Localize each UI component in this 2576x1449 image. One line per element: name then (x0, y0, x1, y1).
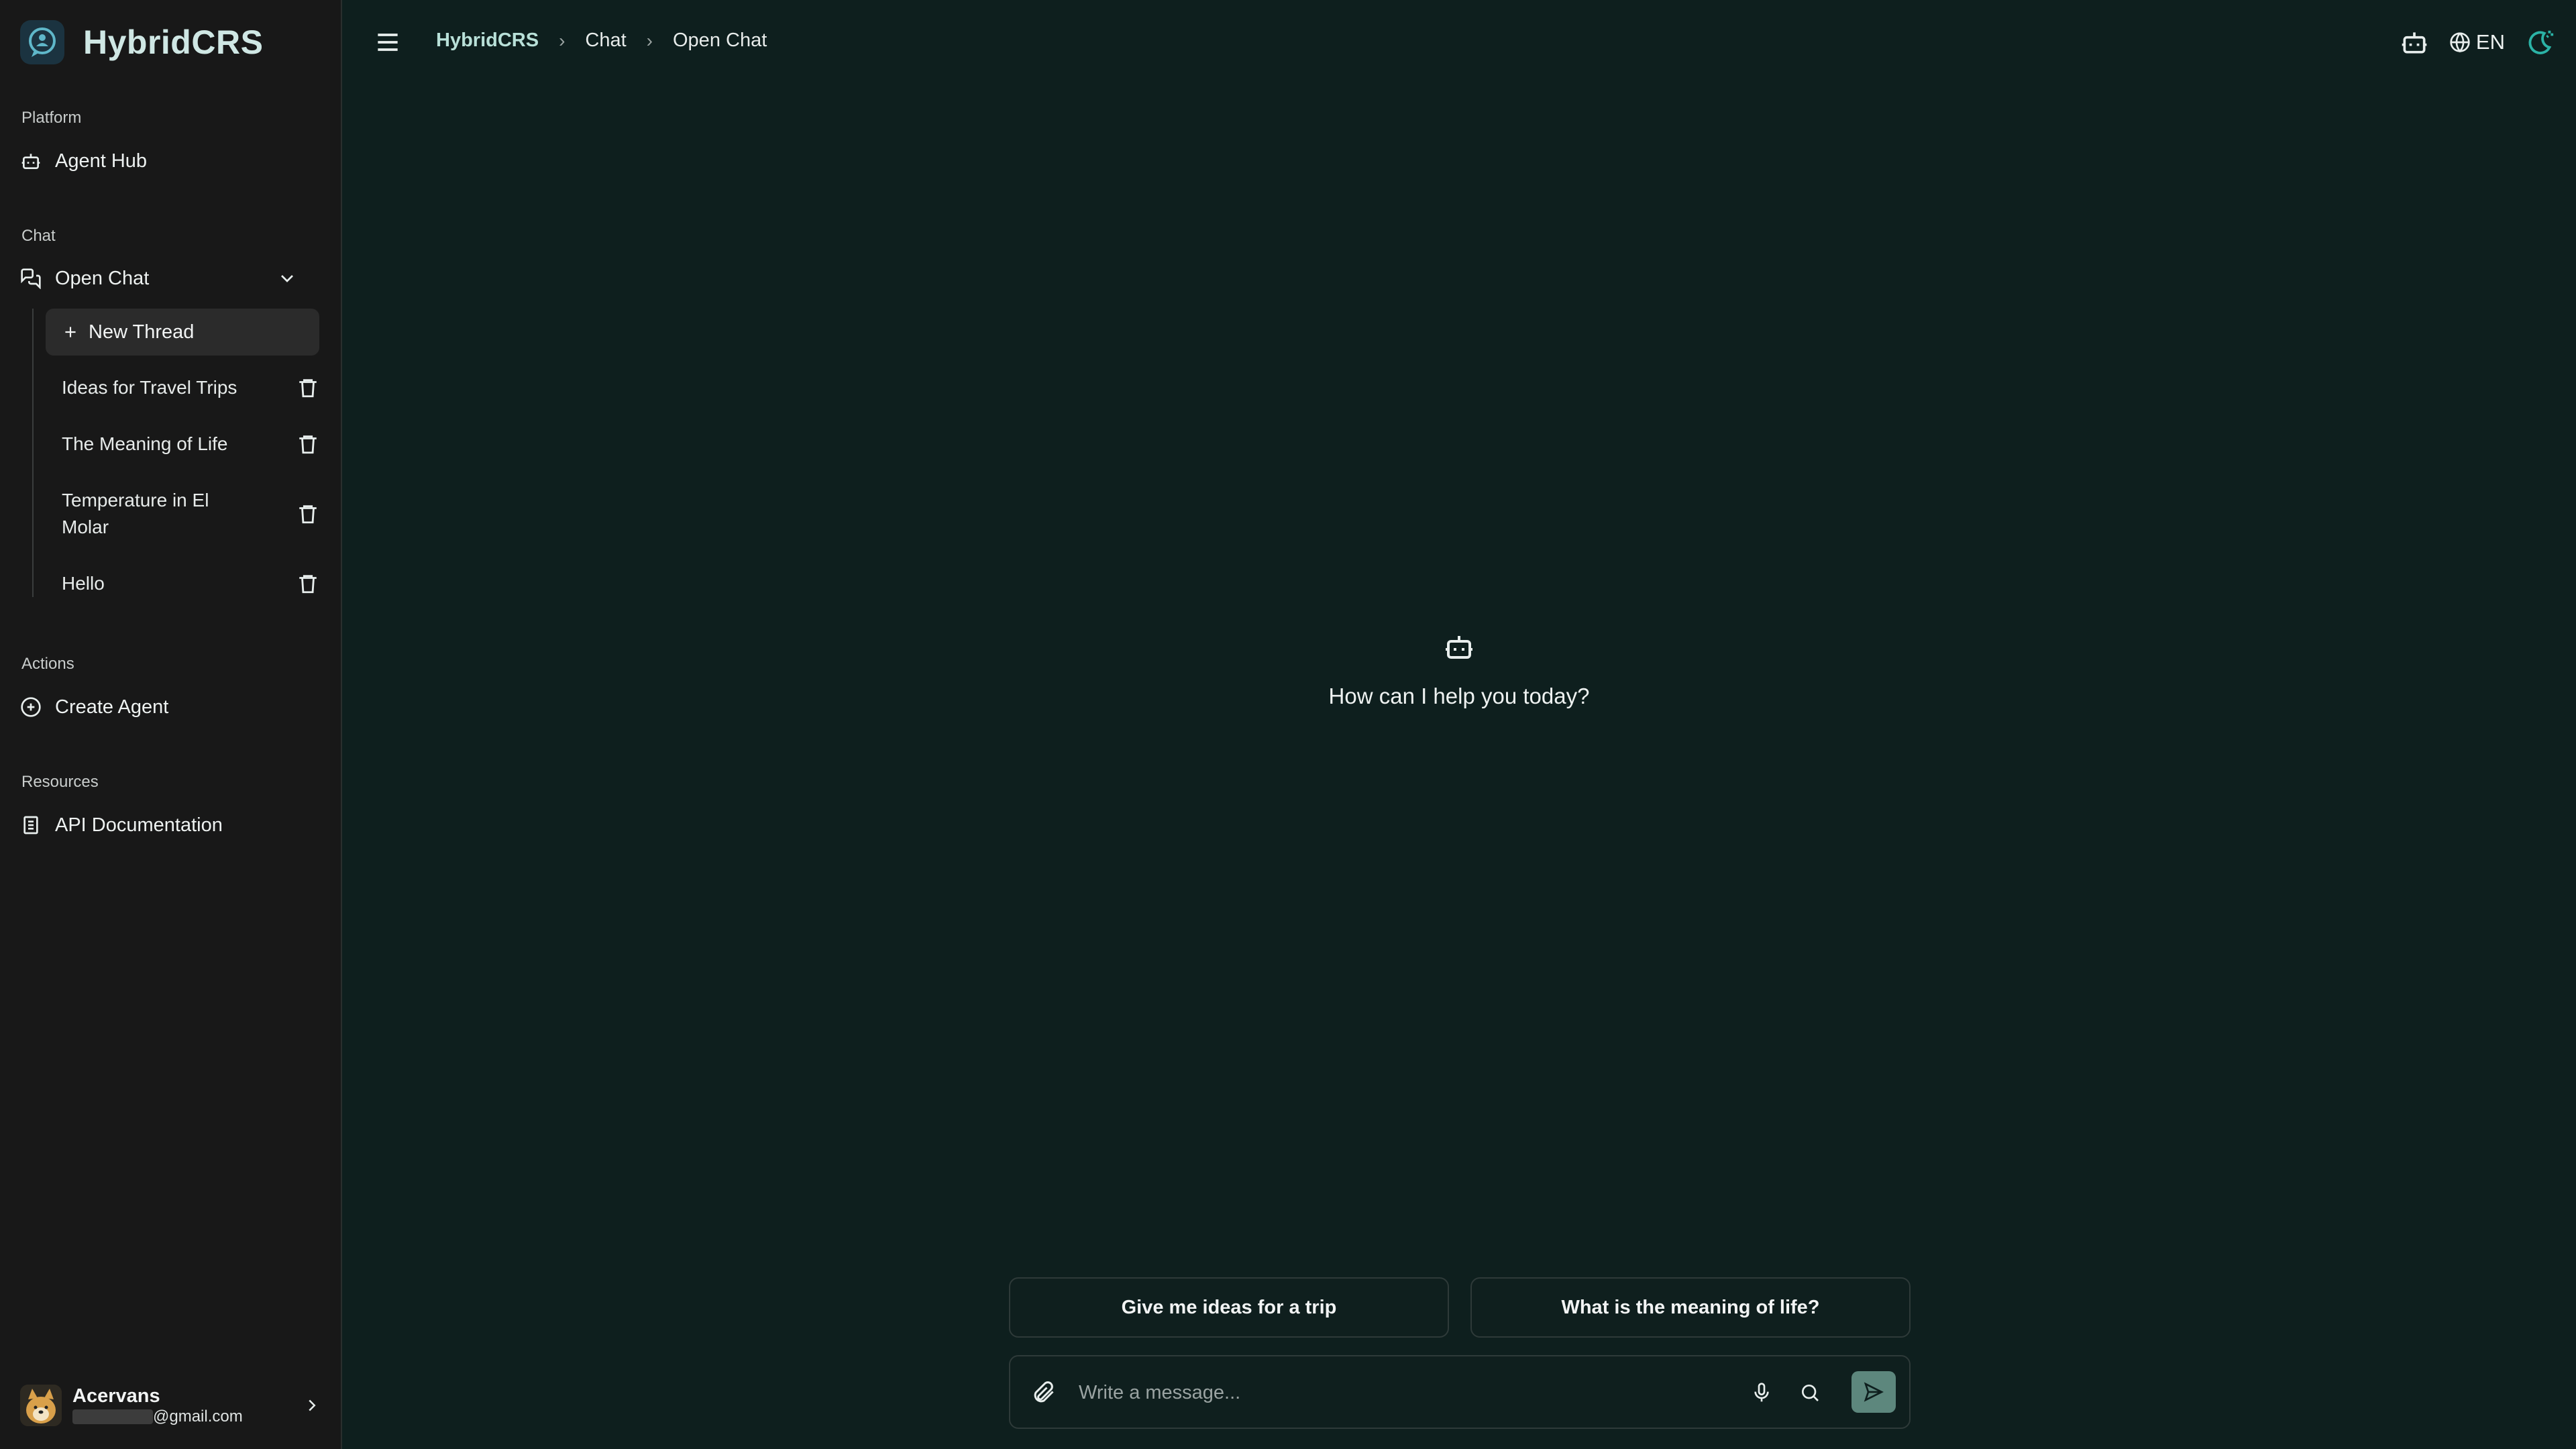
thread-tree-line (32, 309, 34, 597)
user-name: Acervans (72, 1385, 160, 1407)
bot-icon (1446, 636, 1472, 659)
sidebar-item-label: Agent Hub (55, 150, 148, 172)
language-selector[interactable]: EN (2449, 30, 2505, 54)
new-thread-label: New Thread (89, 321, 195, 343)
chevron-right-icon (309, 1399, 316, 1411)
search-icon (1802, 1385, 1819, 1401)
section-label-actions: Actions (21, 655, 74, 673)
app-root: HybridCRS Platform Agent Hub Chat Open C… (0, 0, 2576, 1449)
user-email: @gmail.com (72, 1407, 243, 1426)
breadcrumb-current: Open Chat (673, 30, 767, 51)
thread-title: The Meaning of Life (62, 433, 228, 454)
message-input[interactable] (1077, 1375, 1681, 1410)
thread-title: Ideas for Travel Trips (62, 377, 237, 398)
microphone-icon (1754, 1383, 1769, 1402)
trash-icon[interactable] (297, 572, 319, 595)
user-email-domain: @gmail.com (153, 1407, 243, 1426)
breadcrumb-chat[interactable]: Chat (585, 30, 626, 52)
thread-title: Temperature in El Molar (62, 490, 209, 537)
menu-icon[interactable] (373, 28, 402, 57)
paperclip-icon (1034, 1381, 1054, 1403)
message-composer (1009, 1355, 1911, 1429)
welcome-panel: How can I help you today? (1322, 631, 1597, 709)
sidebar-item-label: Create Agent (55, 696, 169, 718)
brand-logo-icon (20, 20, 64, 64)
top-bar: HybridCRS › Chat › Open Chat EN (343, 0, 2576, 85)
chat-bubbles-icon (21, 268, 41, 289)
plus-circle-icon (21, 697, 41, 717)
avatar (20, 1385, 62, 1426)
suggestion-button-trip[interactable]: Give me ideas for a trip (1009, 1277, 1449, 1338)
sidebar: HybridCRS Platform Agent Hub Chat Open C… (0, 0, 342, 1449)
brand[interactable]: HybridCRS (20, 19, 263, 66)
welcome-message: How can I help you today? (1328, 684, 1590, 708)
section-label-resources: Resources (21, 773, 99, 791)
section-label-platform: Platform (21, 109, 82, 127)
chevron-right-icon: › (646, 30, 653, 51)
trash-icon[interactable] (297, 376, 319, 399)
thread-item[interactable]: The Meaning of Life (62, 431, 319, 458)
thread-item[interactable]: Temperature in El Molar (62, 487, 319, 541)
breadcrumb: HybridCRS › Chat › Open Chat (436, 30, 767, 52)
chevron-right-icon: › (559, 30, 566, 51)
sidebar-item-label: Open Chat (55, 267, 150, 289)
sidebar-item-api-docs[interactable]: API Documentation (20, 805, 223, 845)
redacted-email-prefix (72, 1409, 153, 1424)
voice-button[interactable] (1748, 1379, 1775, 1406)
trash-icon[interactable] (297, 502, 319, 525)
sidebar-item-create-agent[interactable]: Create Agent (20, 687, 168, 727)
send-button[interactable] (1851, 1371, 1896, 1413)
breadcrumb-root[interactable]: HybridCRS (436, 30, 539, 52)
new-thread-button[interactable]: New Thread (46, 309, 319, 356)
sidebar-item-label: API Documentation (55, 814, 223, 836)
section-label-chat: Chat (21, 227, 56, 245)
thread-item[interactable]: Hello (62, 570, 319, 597)
bot-icon (21, 154, 40, 169)
send-icon (1864, 1382, 1884, 1402)
attach-button[interactable] (1030, 1379, 1057, 1406)
plus-icon (65, 327, 76, 337)
thread-title: Hello (62, 573, 105, 594)
sidebar-item-open-chat[interactable]: Open Chat (20, 258, 322, 299)
brand-name: HybridCRS (83, 23, 264, 61)
theme-toggle-icon[interactable] (2525, 27, 2556, 58)
suggestion-button-meaning[interactable]: What is the meaning of life? (1470, 1277, 1911, 1338)
globe-icon (2450, 32, 2470, 53)
language-code: EN (2475, 30, 2505, 54)
user-info: Acervans @gmail.com (72, 1385, 243, 1426)
header-actions: EN (2400, 27, 2556, 58)
chevron-down-icon[interactable] (276, 268, 298, 289)
document-icon (23, 816, 38, 835)
thread-item[interactable]: Ideas for Travel Trips (62, 374, 319, 401)
user-menu[interactable]: Acervans @gmail.com (20, 1375, 322, 1436)
bot-icon[interactable] (2400, 28, 2429, 57)
search-button[interactable] (1796, 1379, 1823, 1406)
sidebar-item-agent-hub[interactable]: Agent Hub (20, 141, 147, 181)
trash-icon[interactable] (297, 433, 319, 455)
